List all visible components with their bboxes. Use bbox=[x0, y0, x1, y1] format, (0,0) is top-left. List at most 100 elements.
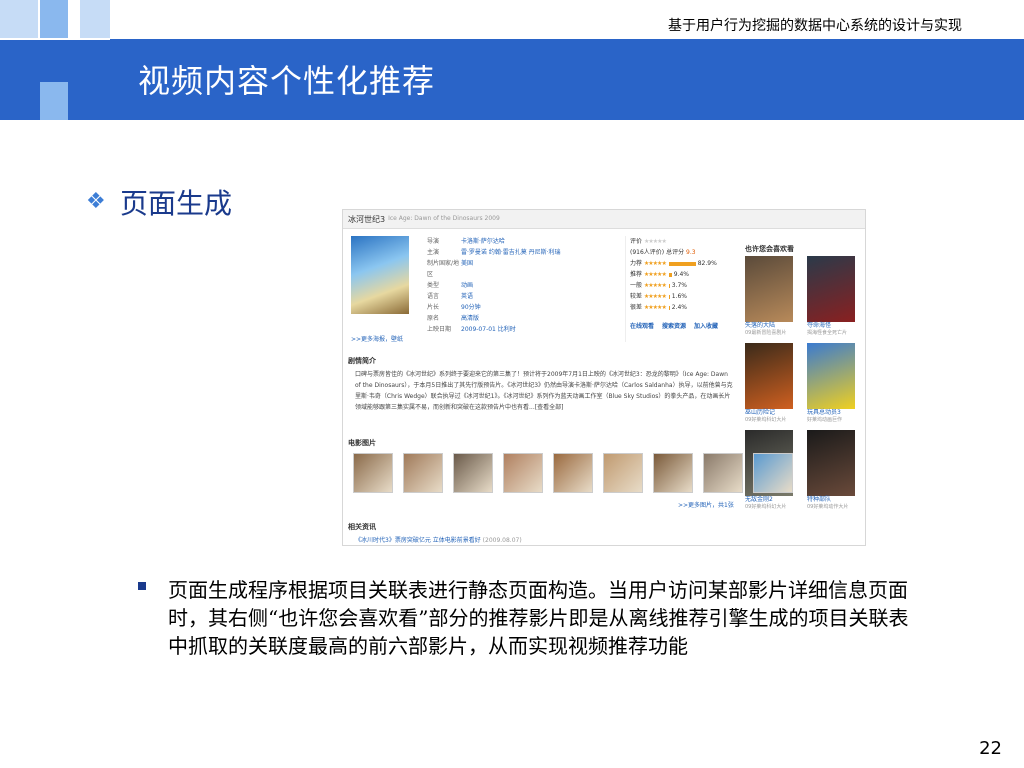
star-icon: ★★★★★ bbox=[643, 271, 667, 278]
recommend-poster[interactable] bbox=[807, 430, 855, 496]
meta-value[interactable]: 90分钟 bbox=[461, 302, 481, 313]
recommend-title[interactable]: 玩具总动员3 bbox=[807, 409, 861, 417]
rating-row: 很差 ★★★★★ 2.4% bbox=[630, 302, 735, 313]
synopsis-text: 口碑与票房皆佳的《冰河世纪》系列终于要迎来它的第三集了！预计将于2009年7月1… bbox=[355, 371, 733, 411]
deco-square bbox=[80, 0, 110, 38]
section-heading: ❖ 页面生成 bbox=[86, 182, 232, 222]
rating-pct: 2.4% bbox=[669, 304, 687, 311]
slide-caption: 基于用户行为挖掘的数据中心系统的设计与实现 bbox=[668, 18, 962, 34]
meta-value[interactable]: 英语 bbox=[461, 291, 473, 302]
movie-still[interactable] bbox=[603, 453, 643, 493]
more-posters-link[interactable]: >>更多海报，壁纸 bbox=[351, 334, 403, 343]
recommend-subtitle: 09好莱坞动作大片 bbox=[807, 504, 849, 510]
movie-title-bar: 冰河世纪3 Ice Age: Dawn of the Dinosaurs 200… bbox=[343, 210, 865, 229]
movie-poster bbox=[351, 236, 409, 314]
meta-value[interactable]: 高清版 bbox=[461, 313, 479, 324]
rating-pct: 82.9% bbox=[695, 260, 717, 267]
recommend-subtitle: 09好莱坞科幻大片 bbox=[745, 417, 787, 423]
movie-still[interactable] bbox=[703, 453, 743, 493]
news-link[interactable]: 《冰川时代3》票房突破亿元 立体电影前景看好 bbox=[355, 537, 481, 544]
recommend-title[interactable]: 巫山历险记 bbox=[745, 409, 799, 417]
movie-page-screenshot: 冰河世纪3 Ice Age: Dawn of the Dinosaurs 200… bbox=[342, 209, 866, 546]
rating-row-label: 一般 bbox=[630, 282, 644, 289]
more-stills-link[interactable]: >>更多图片，共1张 bbox=[678, 500, 734, 509]
rating-rows: 力荐 ★★★★★ 82.9% 推荐 ★★★★★ 9.4% 一般 ★★★★★ 3.7%… bbox=[630, 258, 735, 313]
meta-key: 片长 bbox=[427, 304, 440, 311]
diamond-bullet-icon: ❖ bbox=[86, 189, 106, 214]
meta-value[interactable]: 雷·罗曼诺 约翰·雷吉扎莫 丹尼斯·利瑞 bbox=[461, 247, 561, 258]
meta-key: 制片国家/地区 bbox=[427, 260, 460, 278]
meta-row: 语言 英语 bbox=[427, 291, 617, 302]
recommend-item[interactable]: 玩具总动员3 好莱坞动画巨作 bbox=[807, 343, 861, 424]
rating-bar bbox=[668, 261, 696, 266]
meta-key: 语言 bbox=[427, 293, 440, 300]
recommend-item[interactable]: 特种部队 09好莱坞动作大片 bbox=[807, 430, 861, 511]
synopsis-heading: 剧情简介 bbox=[348, 357, 376, 365]
movie-meta: 导演 卡洛斯·萨尔达哈主演 雷·罗曼诺 约翰·雷吉扎莫 丹尼斯·利瑞 制片国家/地区美… bbox=[427, 236, 617, 335]
slide-title: 视频内容个性化推荐 bbox=[138, 62, 436, 100]
rating-pct: 3.7% bbox=[669, 282, 687, 289]
news-item[interactable]: 《冰川时代3》票房突破亿元 立体电影前景看好 (2009.08.07) bbox=[355, 535, 522, 544]
recommend-poster[interactable] bbox=[807, 343, 855, 409]
meta-value[interactable]: 动画 bbox=[461, 280, 473, 291]
score-label: 总评分 bbox=[666, 249, 685, 256]
rating-action-link[interactable]: 在线观看 bbox=[630, 321, 654, 332]
recommend-subtitle: 好莱坞动画巨作 bbox=[807, 417, 843, 423]
stills-row bbox=[353, 453, 793, 493]
meta-key: 类型 bbox=[427, 282, 440, 289]
star-icon: ★★★★★ bbox=[643, 282, 667, 289]
meta-row: 主演 雷·罗曼诺 约翰·雷吉扎莫 丹尼斯·利瑞 bbox=[427, 247, 617, 258]
news-heading: 相关资讯 bbox=[348, 523, 376, 531]
rating-row: 推荐 ★★★★★ 9.4% bbox=[630, 269, 735, 280]
recommend-title[interactable]: 特种部队 bbox=[807, 496, 861, 504]
meta-value[interactable]: 2009-07-01 比利时 bbox=[461, 324, 516, 335]
star-icon: ★★★★★ bbox=[643, 304, 667, 311]
movie-still[interactable] bbox=[403, 453, 443, 493]
stills-heading: 电影图片 bbox=[348, 439, 376, 447]
movie-still[interactable] bbox=[553, 453, 593, 493]
movie-still[interactable] bbox=[353, 453, 393, 493]
star-icon: ★★★★★ bbox=[643, 293, 667, 300]
body-text: 页面生成程序根据项目关联表进行静态页面构造。当用户访问某部影片详细信息页面时，其… bbox=[168, 578, 909, 658]
recommend-poster[interactable] bbox=[745, 256, 793, 322]
rating-row-label: 较差 bbox=[630, 293, 644, 300]
rating-row: 一般 ★★★★★ 3.7% bbox=[630, 280, 735, 291]
meta-key: 原名 bbox=[427, 315, 440, 322]
news-date: (2009.08.07) bbox=[482, 537, 522, 544]
rating-action-link[interactable]: 加入收藏 bbox=[694, 321, 718, 332]
meta-value[interactable]: 卡洛斯·萨尔达哈 bbox=[461, 236, 505, 247]
rating-actions: 在线观看 搜索资源 加入收藏 bbox=[630, 321, 735, 332]
star-icon: ★★★★★ bbox=[643, 260, 667, 267]
rating-row-label: 力荐 bbox=[630, 260, 644, 267]
recommend-poster[interactable] bbox=[807, 256, 855, 322]
page-number: 22 bbox=[979, 738, 1002, 759]
recommend-title[interactable]: 无敌金刚2 bbox=[745, 496, 799, 504]
recommend-subtitle: 09最新冒险喜剧片 bbox=[745, 330, 787, 336]
meta-value[interactable]: 美国 bbox=[461, 258, 473, 280]
meta-row: 原名 高清版 bbox=[427, 313, 617, 324]
movie-still[interactable] bbox=[453, 453, 493, 493]
recommend-subtitle: 揭海怪食全死亡片 bbox=[807, 330, 848, 336]
recommend-title[interactable]: 夺命海怪 bbox=[807, 322, 861, 330]
movie-still[interactable] bbox=[653, 453, 693, 493]
meta-key: 导演 bbox=[427, 238, 440, 245]
movie-still[interactable] bbox=[753, 453, 793, 493]
meta-row: 类型 动画 bbox=[427, 280, 617, 291]
meta-key: 主演 bbox=[427, 249, 440, 256]
rating-label: 评价 bbox=[630, 238, 643, 245]
recommend-item[interactable]: 巫山历险记 09好莱坞科幻大片 bbox=[745, 343, 799, 424]
meta-row: 上映日期 2009-07-01 比利时 bbox=[427, 324, 617, 335]
rating-action-link[interactable]: 搜索资源 bbox=[662, 321, 686, 332]
movie-still[interactable] bbox=[503, 453, 543, 493]
meta-row: 制片国家/地区 美国 bbox=[427, 258, 617, 280]
section-title: 页面生成 bbox=[120, 187, 233, 220]
bullet-paragraph: 页面生成程序根据项目关联表进行静态页面构造。当用户访问某部影片详细信息页面时，其… bbox=[138, 576, 918, 660]
recommend-item[interactable]: 夺命海怪 揭海怪食全死亡片 bbox=[807, 256, 861, 337]
rating-pct: 9.4% bbox=[671, 271, 689, 278]
rating-row: 力荐 ★★★★★ 82.9% bbox=[630, 258, 735, 269]
recommend-item[interactable]: 失落的大陆 09最新冒险喜剧片 bbox=[745, 256, 799, 337]
recommend-poster[interactable] bbox=[745, 343, 793, 409]
movie-title-en: Ice Age: Dawn of the Dinosaurs 2009 bbox=[388, 215, 500, 222]
deco-square bbox=[40, 82, 68, 120]
recommend-title[interactable]: 失落的大陆 bbox=[745, 322, 799, 330]
